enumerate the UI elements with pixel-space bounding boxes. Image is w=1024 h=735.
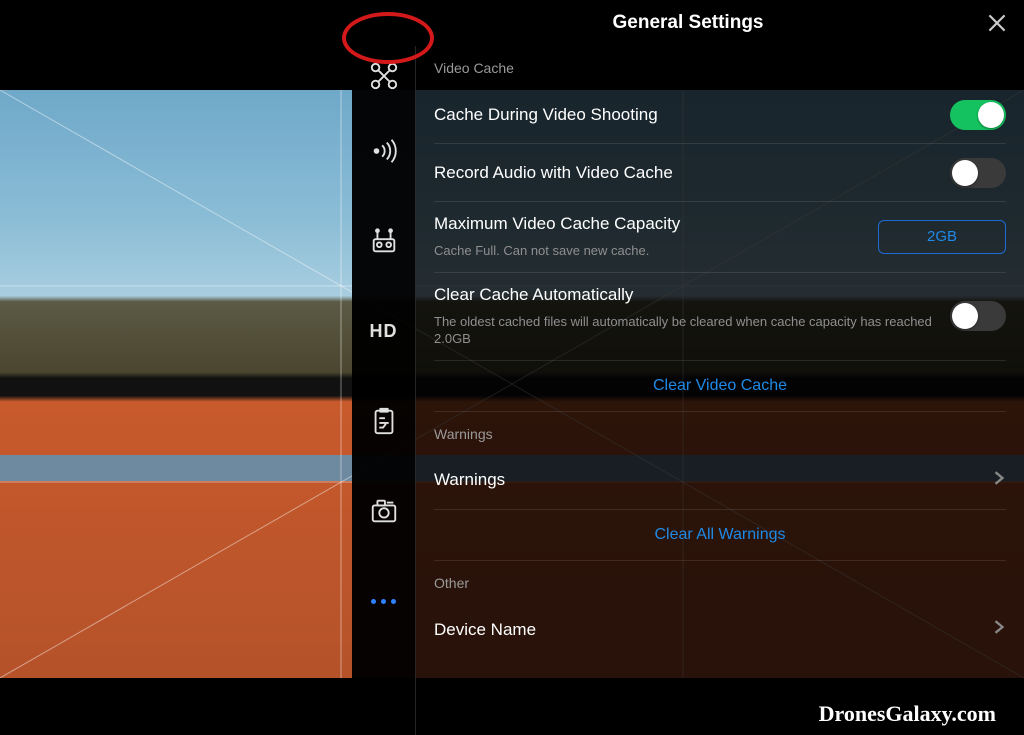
row-subtext: The oldest cached files will automatical… xyxy=(434,313,950,348)
remote-controller-icon xyxy=(369,226,399,256)
sidebar-item-controller[interactable] xyxy=(352,196,416,286)
row-clear-auto: Clear Cache Automatically The oldest cac… xyxy=(434,273,1006,361)
row-label: Device Name xyxy=(434,620,536,640)
row-label: Cache During Video Shooting xyxy=(434,105,658,125)
capacity-value-button[interactable]: 2GB xyxy=(878,220,1006,254)
signal-icon xyxy=(369,136,399,166)
page-title: General Settings xyxy=(613,12,764,34)
row-label: Clear Cache Automatically xyxy=(434,285,950,305)
settings-sidebar: HD xyxy=(352,46,416,735)
row-label: Warnings xyxy=(434,470,505,490)
toggle-cache-shooting[interactable] xyxy=(950,100,1006,130)
clear-all-warnings-link[interactable]: Clear All Warnings xyxy=(654,526,785,543)
more-icon xyxy=(371,599,396,604)
sidebar-item-sensors[interactable] xyxy=(352,106,416,196)
hd-icon: HD xyxy=(370,321,398,342)
row-warnings[interactable]: Warnings xyxy=(434,452,1006,510)
row-device-name[interactable]: Device Name xyxy=(434,601,1006,659)
sidebar-item-gimbal[interactable] xyxy=(352,466,416,556)
clipboard-icon xyxy=(369,406,399,436)
close-icon xyxy=(984,10,1010,36)
row-label: Record Audio with Video Cache xyxy=(434,163,673,183)
row-record-audio: Record Audio with Video Cache xyxy=(434,144,1006,202)
section-label-video-cache: Video Cache xyxy=(434,46,1006,86)
sidebar-item-battery[interactable] xyxy=(352,376,416,466)
row-subtext: Cache Full. Can not save new cache. xyxy=(434,242,680,260)
sidebar-item-aircraft[interactable] xyxy=(352,46,416,106)
camera-icon xyxy=(369,496,399,526)
watermark-text: DronesGalaxy.com xyxy=(819,701,996,727)
sidebar-item-transmission[interactable]: HD xyxy=(352,286,416,376)
row-cache-during-shooting: Cache During Video Shooting xyxy=(434,86,1006,144)
settings-content: Video Cache Cache During Video Shooting … xyxy=(416,46,1024,735)
settings-header: General Settings xyxy=(352,0,1024,46)
clear-video-cache-link[interactable]: Clear Video Cache xyxy=(653,377,787,394)
toggle-record-audio[interactable] xyxy=(950,158,1006,188)
section-label-warnings: Warnings xyxy=(434,412,1006,452)
chevron-right-icon xyxy=(992,620,1006,639)
row-clear-all-warnings: Clear All Warnings xyxy=(434,510,1006,561)
row-clear-video-cache: Clear Video Cache xyxy=(434,361,1006,412)
toggle-clear-auto[interactable] xyxy=(950,301,1006,331)
chevron-right-icon xyxy=(992,471,1006,490)
row-label: Maximum Video Cache Capacity xyxy=(434,214,680,234)
drone-icon xyxy=(369,61,399,91)
close-button[interactable] xyxy=(984,10,1010,36)
section-label-other: Other xyxy=(434,561,1006,601)
sidebar-item-general[interactable] xyxy=(352,556,416,646)
row-max-capacity: Maximum Video Cache Capacity Cache Full.… xyxy=(434,202,1006,273)
